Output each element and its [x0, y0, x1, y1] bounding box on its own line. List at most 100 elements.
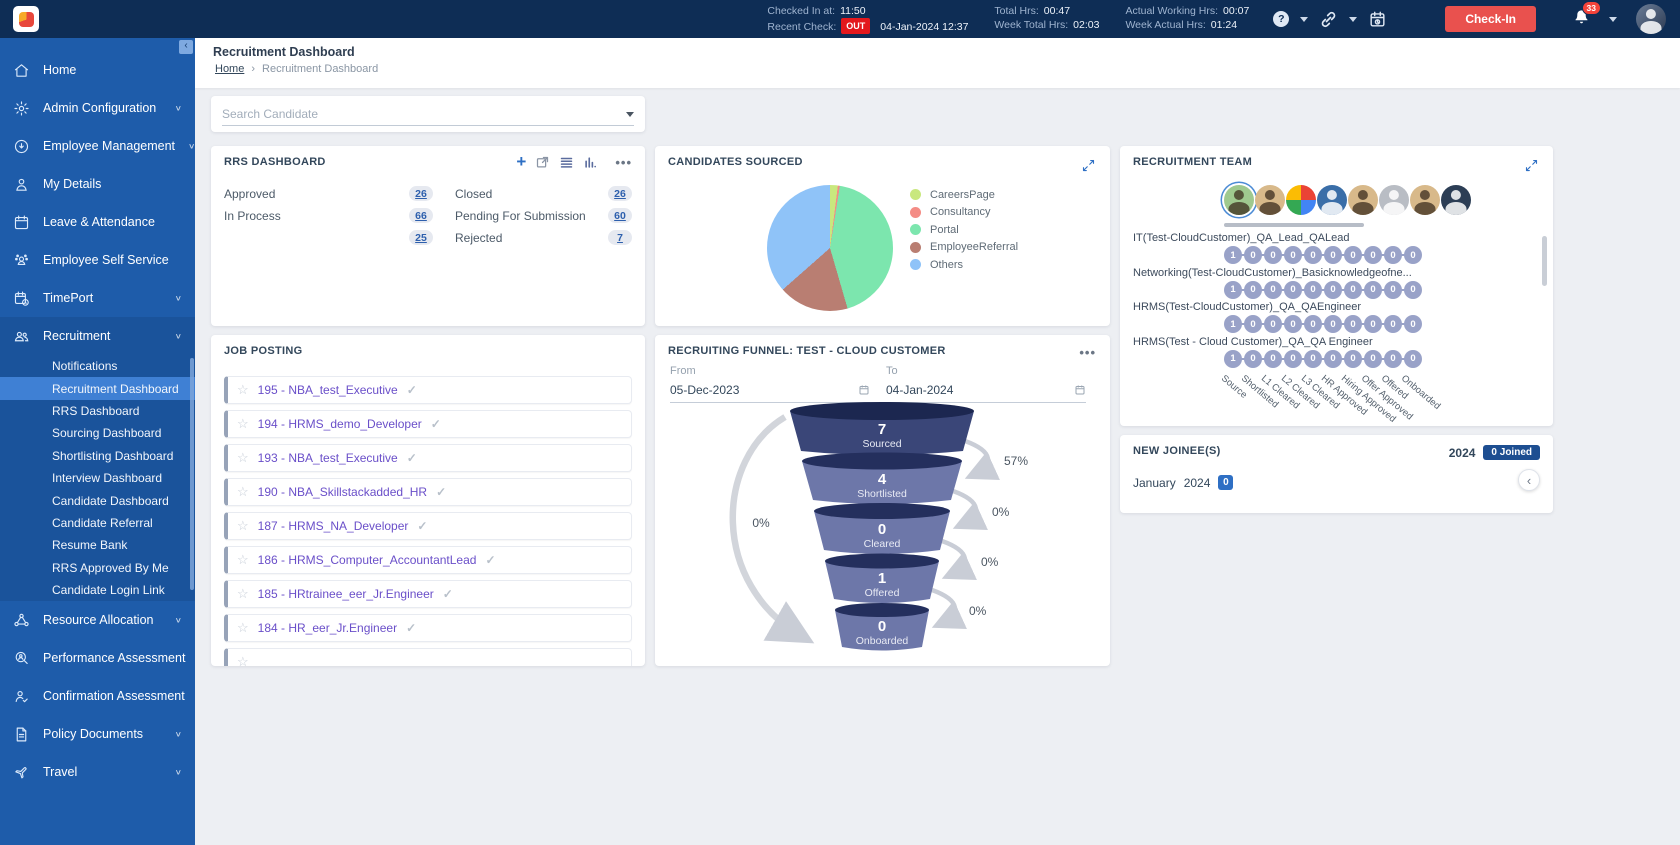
sidebar-subitem[interactable]: Notifications — [0, 355, 195, 377]
help-icon[interactable]: ? — [1273, 11, 1289, 27]
star-icon[interactable]: ☆ — [237, 484, 249, 500]
job-posting-item[interactable]: ☆ 195 - NBA_test_Executive ✓ — [224, 376, 632, 404]
check-in-button[interactable]: Check-In — [1445, 6, 1536, 32]
add-icon[interactable]: + — [516, 154, 526, 170]
job-posting-item[interactable]: ☆ 184 - HR_eer_Jr.Engineer ✓ — [224, 614, 632, 642]
list-view-icon[interactable] — [559, 155, 574, 170]
stat-value-link[interactable]: 66 — [409, 208, 433, 223]
job-posting-item[interactable]: ☆ 186 - HRMS_Computer_AccountantLead ✓ — [224, 546, 632, 574]
star-icon[interactable]: ☆ — [237, 450, 249, 466]
team-avatar[interactable] — [1286, 185, 1316, 215]
sidebar-item-my-details[interactable]: My Details — [0, 165, 195, 203]
sidebar-item-admin-configuration[interactable]: Admin Configuration ∨ — [0, 89, 195, 127]
team-avatar[interactable] — [1441, 185, 1471, 215]
stat-label: Pending For Submission — [455, 209, 608, 223]
team-avatar[interactable] — [1348, 185, 1378, 215]
stat-value-link[interactable]: 26 — [608, 186, 632, 201]
job-title-link[interactable]: 194 - HRMS_demo_Developer — [258, 417, 422, 431]
sidebar-item-resource-allocation[interactable]: Resource Allocation ∨ — [0, 601, 195, 639]
chevron-down-icon[interactable] — [1349, 17, 1357, 22]
sidebar-subitem[interactable]: RRS Approved By Me — [0, 557, 195, 579]
team-avatar[interactable] — [1317, 185, 1347, 215]
sidebar-item-confirmation-assessment[interactable]: Confirmation Assessment ∨ — [0, 677, 195, 715]
sidebar-item-leave-attendance[interactable]: Leave & Attendance — [0, 203, 195, 241]
sidebar-subitem[interactable]: Interview Dashboard — [0, 467, 195, 489]
conversion-arrow — [953, 491, 976, 525]
sidebar-subitem[interactable]: RRS Dashboard — [0, 400, 195, 422]
job-title-link[interactable]: 187 - HRMS_NA_Developer — [258, 519, 409, 533]
calendar-icon[interactable] — [858, 384, 870, 396]
calendar-icon[interactable] — [1074, 384, 1086, 396]
sidebar-subitem[interactable]: Candidate Referral — [0, 512, 195, 534]
star-icon[interactable]: ☆ — [237, 620, 249, 636]
job-posting-item[interactable]: ☆ 185 - HRtrainee_eer_Jr.Engineer ✓ — [224, 580, 632, 608]
expand-icon[interactable] — [1524, 158, 1539, 173]
legend-label: Others — [930, 259, 963, 271]
job-title-link[interactable]: 193 - NBA_test_Executive — [258, 451, 398, 465]
sidebar-subitem[interactable]: Resume Bank — [0, 534, 195, 556]
sidebar-item-travel[interactable]: Travel ∨ — [0, 753, 195, 791]
team-avatar[interactable] — [1379, 185, 1409, 215]
star-icon[interactable]: ☆ — [237, 382, 249, 398]
job-title-link[interactable]: 184 - HR_eer_Jr.Engineer — [258, 621, 397, 635]
sidebar-subitem[interactable]: Shortlisting Dashboard — [0, 445, 195, 467]
to-date-value: 04-Jan-2024 — [886, 383, 953, 397]
horizontal-scrollbar[interactable] — [1224, 223, 1364, 227]
sidebar-collapse-button[interactable]: ‹ — [179, 40, 193, 54]
job-posting-item[interactable]: ☆ 194 - HRMS_demo_Developer ✓ — [224, 410, 632, 438]
stat-value-link[interactable]: 25 — [409, 230, 433, 245]
vertical-scrollbar[interactable] — [1542, 236, 1547, 286]
notifications-bell[interactable]: 33 — [1572, 8, 1591, 30]
stat-label: Closed — [455, 187, 608, 201]
sidebar-subitem[interactable]: Recruitment Dashboard — [0, 377, 195, 399]
chevron-down-icon[interactable] — [1609, 17, 1617, 22]
job-posting-item-partial[interactable]: ☆ — [224, 648, 632, 666]
stat-value-link[interactable]: 60 — [608, 208, 632, 223]
bar-chart-icon[interactable] — [583, 155, 598, 170]
stat-value-link[interactable]: 26 — [409, 186, 433, 201]
job-title-link[interactable]: 190 - NBA_Skillstackadded_HR — [258, 485, 427, 499]
job-posting-item[interactable]: ☆ 190 - NBA_Skillstackadded_HR ✓ — [224, 478, 632, 506]
sidebar-item-recruitment[interactable]: Recruitment ∨ — [0, 317, 195, 355]
star-icon[interactable]: ☆ — [237, 518, 249, 534]
sidebar-scrollbar[interactable] — [190, 358, 194, 590]
search-candidate-select[interactable]: Search Candidate — [222, 103, 634, 126]
star-icon[interactable]: ☆ — [237, 654, 249, 666]
sidebar-subitem[interactable]: Sourcing Dashboard — [0, 422, 195, 444]
job-title-link[interactable]: 185 - HRtrainee_eer_Jr.Engineer — [258, 587, 434, 601]
star-icon[interactable]: ☆ — [237, 416, 249, 432]
sidebar-item-timeport[interactable]: TimePort ∨ — [0, 279, 195, 317]
team-avatar[interactable] — [1224, 185, 1254, 215]
breadcrumb-home-link[interactable]: Home — [215, 63, 244, 75]
job-title-link[interactable]: 195 - NBA_test_Executive — [258, 383, 398, 397]
conversion-label: 57% — [1004, 454, 1028, 468]
sidebar-item-policy-documents[interactable]: Policy Documents ∨ — [0, 715, 195, 753]
month-count-badge[interactable]: 0 — [1218, 475, 1233, 490]
sidebar-subitem[interactable]: Candidate Dashboard — [0, 489, 195, 511]
open-in-new-icon[interactable] — [535, 155, 550, 170]
more-menu-icon[interactable]: ••• — [1079, 345, 1096, 360]
user-avatar[interactable] — [1636, 4, 1666, 34]
more-menu-icon[interactable]: ••• — [615, 155, 632, 170]
job-posting-item[interactable]: ☆ 187 - HRMS_NA_Developer ✓ — [224, 512, 632, 540]
check-icon: ✓ — [436, 485, 446, 499]
stat-value-link[interactable]: 7 — [608, 230, 632, 245]
team-avatar[interactable] — [1410, 185, 1440, 215]
sidebar-item-employee-management[interactable]: Employee Management ∨ — [0, 127, 195, 165]
job-posting-item[interactable]: ☆ 193 - NBA_test_Executive ✓ — [224, 444, 632, 472]
sidebar-item-performance-assessment[interactable]: Performance Assessment ∨ — [0, 639, 195, 677]
chevron-down-icon[interactable] — [1300, 17, 1308, 22]
sidebar-item-home[interactable]: Home — [0, 51, 195, 89]
star-icon[interactable]: ☆ — [237, 586, 249, 602]
expand-icon[interactable] — [1081, 158, 1096, 173]
job-title-link[interactable]: 186 - HRMS_Computer_AccountantLead — [258, 553, 477, 567]
sidebar-subitem[interactable]: Candidate Login Link — [0, 579, 195, 601]
month-row[interactable]: January 2024 0 — [1133, 475, 1233, 490]
sidebar-item-employee-self-service[interactable]: Employee Self Service — [0, 241, 195, 279]
funnel-stage-shortlisted: 4 Shortlisted — [802, 453, 962, 505]
previous-month-button[interactable]: ‹ — [1518, 469, 1540, 491]
link-icon[interactable] — [1319, 10, 1338, 29]
team-avatar[interactable] — [1255, 185, 1285, 215]
star-icon[interactable]: ☆ — [237, 552, 249, 568]
calendar-clock-icon[interactable] — [1368, 10, 1387, 29]
